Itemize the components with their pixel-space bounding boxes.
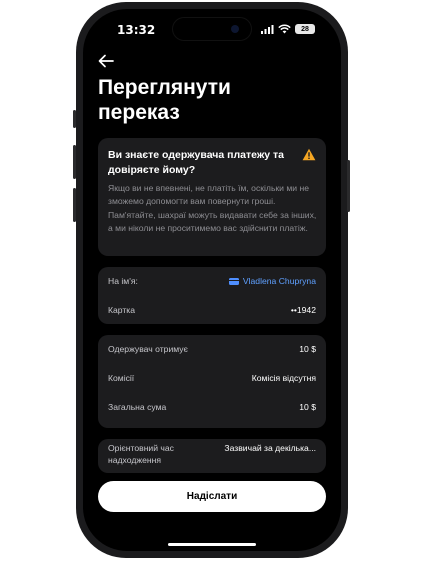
battery-icon: 28 [295,24,315,34]
battery-level: 28 [301,25,309,33]
fee-label: Комісії [108,373,135,383]
recipient-card-row: Картка ••1942 [108,304,316,316]
fee-value: Комісія відсутня [251,373,316,383]
total-value: 10 $ [299,402,316,412]
warning-body: Якщо ви не впевнені, не платіть їм, оскі… [108,183,317,233]
recipient-card-value: ••1942 [290,305,316,315]
camera-icon [231,25,239,33]
home-indicator [168,543,256,546]
power-button [347,160,350,212]
fee-row: Комісії Комісія відсутня [108,372,316,384]
recipient-card-label: Картка [108,305,136,315]
status-time: 13:32 [117,23,156,37]
mute-switch [73,110,76,128]
recipient-name-value: Vladlena Chupryna [242,276,316,286]
status-icons: 28 [261,24,315,34]
bank-card-icon [228,277,239,285]
eta-label-line1: Орієнтовний час [108,443,174,453]
submit-button[interactable]: Надіслати [98,481,326,512]
arrow-left-icon[interactable] [97,53,115,69]
eta-row: Орієнтовний час надходження Зазвичай за … [108,442,316,470]
screen: 13:32 28 Переглянути переказ Ви знаєте о… [83,9,341,551]
volume-up-button [73,145,76,179]
volume-down-button [73,188,76,222]
receives-row: Одержувач отримує 10 $ [108,343,316,355]
eta-label: Орієнтовний час надходження [108,442,174,466]
wifi-icon [278,24,291,34]
recipient-name-row: На ім'я: Vladlena Chupryna [108,275,316,287]
warning-title: Ви знаєте одержувача платежу та довіряєт… [108,149,285,176]
eta-card: Орієнтовний час надходження Зазвичай за … [98,439,326,473]
page-title-line2: переказ [98,101,180,124]
recipient-card: На ім'я: Vladlena Chupryna Картка ••1942 [98,267,326,324]
warning-card: Ви знаєте одержувача платежу та довіряєт… [98,138,326,256]
page-title-line1: Переглянути [98,76,231,99]
eta-value: Зазвичай за декілька... [224,443,316,453]
receives-value: 10 $ [299,344,316,354]
recipient-name-label: На ім'я: [108,276,138,286]
receives-label: Одержувач отримує [108,344,188,354]
page-title: Переглянути переказ [98,75,328,125]
signal-icon [261,24,274,34]
eta-label-line2: надходження [108,455,162,465]
total-row: Загальна сума 10 $ [108,401,316,413]
amounts-card: Одержувач отримує 10 $ Комісії Комісія в… [98,335,326,428]
warning-triangle-icon [302,148,316,161]
total-label: Загальна сума [108,402,167,412]
dynamic-island [173,18,251,40]
recipient-name-link[interactable]: Vladlena Chupryna [228,276,316,286]
